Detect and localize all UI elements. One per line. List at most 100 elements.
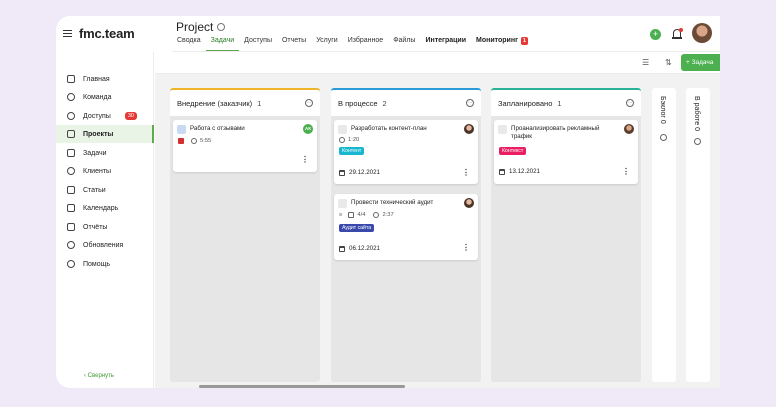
column-count: 1 xyxy=(257,98,262,108)
add-task-button[interactable]: + Задача xyxy=(681,54,720,71)
column-menu-icon[interactable]: ⋯ xyxy=(626,99,634,107)
task-card[interactable]: Работа с отзывами АК 5:55 ⋮ xyxy=(173,120,317,172)
add-icon[interactable]: + xyxy=(650,29,661,40)
task-checkbox[interactable] xyxy=(338,125,347,134)
tab-summary[interactable]: Сводка xyxy=(172,33,206,51)
assignee-avatar[interactable] xyxy=(464,124,474,134)
task-title: Работа с отзывами xyxy=(190,125,245,132)
checklist-progress: 4/4 xyxy=(357,212,366,218)
sidebar-item-updates[interactable]: Обновления xyxy=(56,236,154,254)
task-card[interactable]: Проанализировать рекламный трафик Контек… xyxy=(494,120,638,184)
calendar-icon xyxy=(339,169,345,176)
column-title: Запланировано xyxy=(498,98,553,108)
sidebar-item-label: Доступы xyxy=(83,112,111,120)
task-tag: Контекст xyxy=(499,147,527,155)
tab-monitoring[interactable]: Мониторинг 1 xyxy=(471,33,533,51)
sidebar-item-reports[interactable]: Отчёты xyxy=(56,218,154,236)
more-icon[interactable]: ⋮ xyxy=(301,156,309,164)
task-checkbox[interactable] xyxy=(498,125,507,134)
more-icon[interactable]: ⋮ xyxy=(462,169,470,177)
board-toolbar: ☰ ⇅ + Задача xyxy=(155,52,720,74)
assignee-avatar[interactable] xyxy=(624,124,634,134)
clock-icon xyxy=(339,137,345,143)
task-meta: 5:55 xyxy=(178,138,211,144)
sidebar-item-projects[interactable]: Проекты xyxy=(56,125,154,143)
task-title: Проанализировать рекламный трафик xyxy=(511,125,600,140)
assignee-avatar[interactable]: АК xyxy=(303,124,313,134)
tab-favorites[interactable]: Избранное xyxy=(343,33,388,51)
sidebar-item-label: Клиенты xyxy=(83,167,112,175)
column-menu-icon[interactable]: ⋯ xyxy=(466,99,474,107)
collapsed-column-count: 0 xyxy=(659,119,666,124)
sidebar-item-clients[interactable]: Клиенты xyxy=(56,162,154,180)
task-due-date: 13.12.2021 xyxy=(499,168,540,175)
list-view-icon[interactable]: ☰ xyxy=(642,59,650,67)
column-planned: Запланировано 1 ⋯ Проанализировать рекла… xyxy=(491,88,641,382)
task-card[interactable]: Провести технический аудит ≡ 4/4 2:37 Ау… xyxy=(334,194,478,260)
column-menu-icon[interactable]: ⋯ xyxy=(305,99,313,107)
sidebar-item-calendar[interactable]: Календарь xyxy=(56,199,154,217)
task-due-date: 06.12.2021 xyxy=(339,245,380,252)
task-title: Провести технический аудит xyxy=(351,199,434,206)
column-title: Внедрение (заказчик) xyxy=(177,98,253,108)
project-tabs: Сводка Задачи Доступы Отчеты Услуги Избр… xyxy=(172,33,533,52)
due-date-text: 13.12.2021 xyxy=(509,168,540,175)
horizontal-scrollbar[interactable] xyxy=(199,385,405,388)
task-meta: 1:20 xyxy=(339,137,359,143)
sidebar-item-label: Статьи xyxy=(83,186,106,194)
column-backlog-collapsed[interactable]: Бэклог 0 xyxy=(652,88,676,382)
sidebar-item-team[interactable]: Команда xyxy=(56,88,154,106)
app-logo[interactable]: fmc.team xyxy=(79,26,135,41)
task-due-date: 29.12.2021 xyxy=(339,169,380,176)
task-card[interactable]: Разработать контент-план 1:20 Контент 29… xyxy=(334,120,478,184)
sidebar-item-label: Задачи xyxy=(83,149,107,157)
collapsed-column-title: Бэклог 0 xyxy=(659,96,666,124)
more-icon[interactable]: ⋮ xyxy=(462,244,470,252)
articles-icon xyxy=(67,186,75,194)
sidebar-item-access[interactable]: Доступы 30 xyxy=(56,107,154,125)
due-date-text: 06.12.2021 xyxy=(349,245,380,252)
time-spent: 2:37 xyxy=(382,212,394,218)
task-checkbox[interactable] xyxy=(338,199,347,208)
collapse-label: Свернуть xyxy=(87,373,114,379)
tab-access[interactable]: Доступы xyxy=(239,33,277,51)
user-avatar[interactable] xyxy=(692,23,712,43)
clock-icon xyxy=(373,212,380,218)
project-title: Project xyxy=(176,20,226,34)
task-tag: Аудит сайта xyxy=(339,224,375,232)
sidebar-item-label: Обновления xyxy=(83,241,124,249)
gear-icon[interactable] xyxy=(217,23,226,31)
column-implementation: Внедрение (заказчик) 1 ⋯ Работа с отзыва… xyxy=(170,88,320,382)
calendar-icon xyxy=(339,245,345,252)
due-date-text: 29.12.2021 xyxy=(349,169,380,176)
more-icon[interactable]: ⋮ xyxy=(622,168,630,176)
tasks-icon xyxy=(67,149,75,157)
sidebar-item-articles[interactable]: Статьи xyxy=(56,181,154,199)
tab-integrations[interactable]: Интеграции xyxy=(420,33,471,51)
collapse-sidebar-button[interactable]: ‹ Свернуть xyxy=(84,373,114,379)
tab-tasks[interactable]: Задачи xyxy=(205,33,240,52)
description-icon: ≡ xyxy=(339,212,343,218)
sidebar-item-home[interactable]: Главная xyxy=(56,70,154,88)
tab-monitoring-label: Мониторинг xyxy=(476,37,519,44)
tab-services[interactable]: Услуги xyxy=(311,33,343,51)
column-menu-icon[interactable] xyxy=(660,134,667,141)
bell-icon[interactable] xyxy=(672,28,683,40)
task-meta: ≡ 4/4 2:37 xyxy=(339,212,394,218)
tab-files[interactable]: Файлы xyxy=(388,33,420,51)
help-icon xyxy=(67,260,75,268)
assignee-avatar[interactable] xyxy=(464,198,474,208)
sidebar-item-help[interactable]: Помощь xyxy=(56,255,154,273)
sidebar-item-label: Главная xyxy=(83,75,110,83)
sort-icon[interactable]: ⇅ xyxy=(665,59,673,67)
collapsed-column-title: В работе 0 xyxy=(693,96,700,131)
column-menu-icon[interactable] xyxy=(694,138,701,145)
kanban-board: ☰ ⇅ + Задача Внедрение (заказчик) 1 ⋯ Ра… xyxy=(155,52,720,388)
task-checkbox[interactable] xyxy=(177,125,186,134)
tab-reports[interactable]: Отчеты xyxy=(277,33,311,51)
sidebar-item-tasks[interactable]: Задачи xyxy=(56,144,154,162)
collapsed-column-count: 0 xyxy=(693,127,700,132)
menu-icon[interactable] xyxy=(63,30,72,37)
time-spent: 1:20 xyxy=(348,137,360,143)
column-in-work-collapsed[interactable]: В работе 0 xyxy=(686,88,710,382)
